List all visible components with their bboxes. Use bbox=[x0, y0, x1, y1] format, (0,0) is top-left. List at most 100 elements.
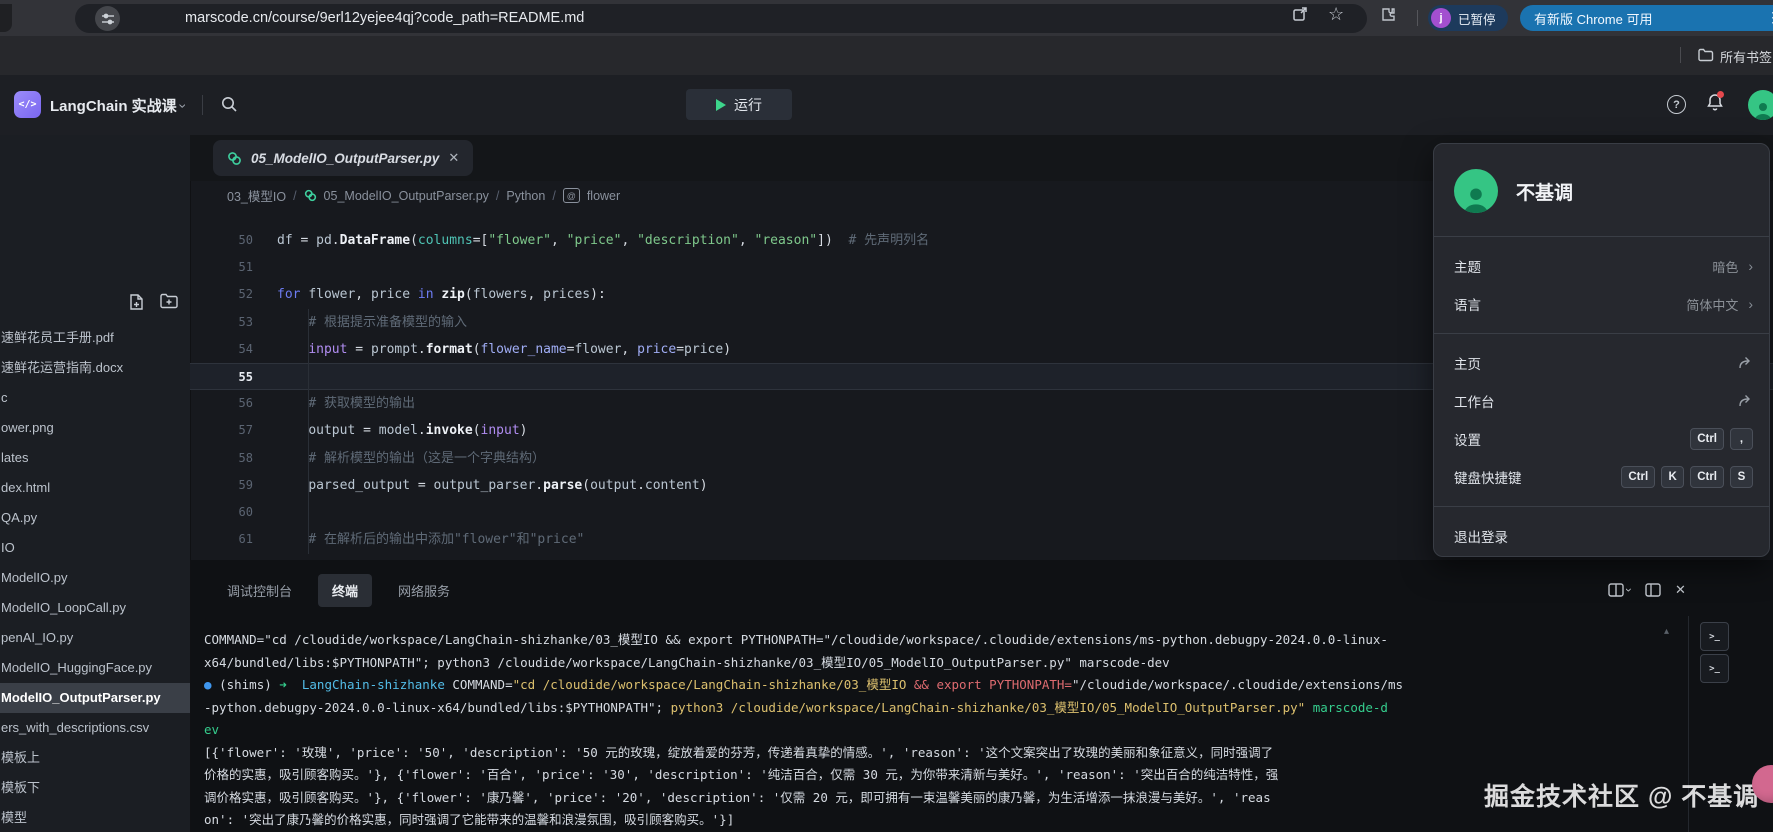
file-item[interactable]: ModelIO_OutputParser.py bbox=[0, 683, 190, 713]
menu-item-label: 主题 bbox=[1454, 256, 1481, 276]
panel-tab[interactable]: 网络服务 bbox=[398, 581, 450, 600]
browser-toolbar: marscode.cn/course/9erl12yejee4qj?code_p… bbox=[0, 0, 1773, 36]
shortcut-key: Ctrl bbox=[1690, 466, 1724, 488]
extensions-puzzle-icon[interactable] bbox=[1380, 6, 1397, 23]
bookmarks-divider bbox=[1680, 47, 1681, 63]
help-icon[interactable]: ? bbox=[1667, 95, 1686, 114]
close-panel-icon[interactable]: ✕ bbox=[1675, 582, 1686, 598]
scroll-up-icon[interactable]: ▴ bbox=[1664, 626, 1669, 637]
address-bar[interactable]: marscode.cn/course/9erl12yejee4qj?code_p… bbox=[75, 4, 1367, 33]
url-text[interactable]: marscode.cn/course/9erl12yejee4qj?code_p… bbox=[185, 4, 584, 33]
terminal-line: 调价格实惠，吸引顾客购买。'}, {'flower': '康乃馨', 'pric… bbox=[204, 787, 1403, 810]
breadcrumb-language[interactable]: Python bbox=[506, 189, 545, 203]
file-item[interactable]: ModelIO_HuggingFace.py bbox=[0, 653, 190, 683]
run-button[interactable]: 运行 bbox=[686, 89, 792, 120]
terminal-line: -python.debugpy-2024.0.0-linux-x64/bundl… bbox=[204, 697, 1403, 720]
maximize-panel-icon[interactable] bbox=[1645, 583, 1661, 597]
external-link-icon bbox=[1738, 356, 1753, 370]
breadcrumb-file[interactable]: 05_ModelIO_OutputParser.py bbox=[324, 189, 489, 203]
file-item[interactable]: QA.py bbox=[0, 503, 190, 533]
toolbar-divider bbox=[1417, 10, 1418, 26]
menu-item[interactable]: 主页 bbox=[1434, 344, 1769, 382]
project-chevron-icon[interactable]: › bbox=[175, 104, 191, 109]
menu-item[interactable]: 设置Ctrl, bbox=[1434, 420, 1769, 458]
new-folder-icon[interactable] bbox=[160, 293, 179, 311]
terminal-line: ● (shims) ➜ LangChain-shizhanke COMMAND=… bbox=[204, 674, 1403, 697]
file-item[interactable]: c bbox=[0, 383, 190, 413]
tab-filename: 05_ModelIO_OutputParser.py bbox=[251, 151, 439, 166]
user-avatar[interactable] bbox=[1748, 90, 1773, 120]
menu-item[interactable]: 语言简体中文› bbox=[1434, 285, 1769, 323]
user-menu-popup: 不基调 主题暗色›语言简体中文›主页工作台设置Ctrl,键盘快捷键CtrlKCt… bbox=[1433, 143, 1770, 557]
breadcrumb-folder[interactable]: 03_模型IO bbox=[227, 186, 286, 205]
menu-groups: 主题暗色›语言简体中文›主页工作台设置Ctrl,键盘快捷键CtrlKCtrlS退… bbox=[1434, 237, 1769, 565]
menu-item-label: 退出登录 bbox=[1454, 526, 1508, 546]
menu-item[interactable]: 主题暗色› bbox=[1434, 247, 1769, 285]
menu-item-label: 工作台 bbox=[1454, 391, 1495, 411]
menu-item[interactable]: 工作台 bbox=[1434, 382, 1769, 420]
menu-item-value: 暗色 bbox=[1712, 257, 1738, 276]
browser-menu-icon[interactable]: ⋮ bbox=[1766, 9, 1773, 26]
file-item[interactable]: IO bbox=[0, 533, 190, 563]
paused-label: 已暂停 bbox=[1458, 9, 1496, 28]
file-item[interactable]: 模板下 bbox=[0, 773, 190, 803]
notifications-bell-icon[interactable] bbox=[1706, 93, 1724, 112]
run-label: 运行 bbox=[734, 95, 762, 115]
shortcut-key: Ctrl bbox=[1621, 466, 1655, 488]
user-name: 不基调 bbox=[1516, 178, 1573, 205]
menu-item-label: 键盘快捷键 bbox=[1454, 467, 1522, 487]
file-item[interactable]: dex.html bbox=[0, 473, 190, 503]
site-settings-icon[interactable] bbox=[95, 6, 120, 31]
file-item[interactable]: ower.png bbox=[0, 413, 190, 443]
menu-item-label: 语言 bbox=[1454, 294, 1481, 314]
tab-strip-sliver bbox=[0, 4, 12, 32]
breadcrumb: 03_模型IO / 05_ModelIO_OutputParser.py / P… bbox=[227, 186, 620, 205]
bookmarks-bar: 所有书签 bbox=[0, 36, 1773, 75]
new-file-icon[interactable] bbox=[128, 293, 145, 311]
watermark: 掘金技术社区 @ 不基调 bbox=[1484, 777, 1759, 813]
project-title[interactable]: LangChain 实战课 bbox=[50, 95, 177, 116]
marscode-logo-icon[interactable]: </> bbox=[14, 91, 41, 118]
terminal-line: COMMAND="cd /cloudide/workspace/LangChai… bbox=[204, 629, 1403, 652]
file-item[interactable]: 速鲜花员工手册.pdf bbox=[0, 323, 190, 353]
panel-tabs: 调试控制台 终端 网络服务 bbox=[227, 574, 450, 607]
menu-item-label: 主页 bbox=[1454, 353, 1481, 373]
shortcut-key: Ctrl bbox=[1690, 428, 1724, 450]
chrome-update-chip[interactable]: 有新版 Chrome 可用 ⋮ bbox=[1520, 5, 1773, 31]
search-icon[interactable] bbox=[220, 95, 238, 113]
header-divider bbox=[202, 95, 203, 115]
file-item[interactable]: penAI_IO.py bbox=[0, 623, 190, 653]
ide-header bbox=[0, 75, 1773, 136]
all-bookmarks-button[interactable]: 所有书签 bbox=[1720, 47, 1772, 66]
file-list: 速鲜花员工手册.pdf速鲜花运营指南.docxcower.pnglatesdex… bbox=[0, 323, 190, 832]
panel-tab[interactable]: 终端 bbox=[318, 574, 372, 607]
terminal-line: x64/bundled/libs:$PYTHONPATH"; python3 /… bbox=[204, 652, 1403, 675]
file-item[interactable]: ModelIO_LoopCall.py bbox=[0, 593, 190, 623]
profile-paused-chip[interactable]: j 已暂停 bbox=[1428, 5, 1508, 31]
file-item[interactable]: 速鲜花运营指南.docx bbox=[0, 353, 190, 383]
terminal-session-icon[interactable]: >_ bbox=[1700, 622, 1729, 651]
file-item[interactable]: 模型 bbox=[0, 803, 190, 832]
file-item[interactable]: 模板上 bbox=[0, 743, 190, 773]
indent-guide bbox=[308, 309, 309, 554]
symbol-icon: @ bbox=[563, 188, 580, 203]
editor-tab-active[interactable]: 05_ModelIO_OutputParser.py ✕ bbox=[213, 140, 473, 176]
file-item[interactable]: ModelIO.py bbox=[0, 563, 190, 593]
split-terminal-icon[interactable]: › bbox=[1608, 583, 1631, 597]
panel-tab[interactable]: 调试控制台 bbox=[227, 581, 292, 600]
breadcrumb-symbol[interactable]: flower bbox=[587, 189, 620, 203]
file-explorer: 速鲜花员工手册.pdf速鲜花运营指南.docxcower.pnglatesdex… bbox=[0, 135, 190, 832]
tab-close-icon[interactable]: ✕ bbox=[448, 150, 459, 166]
terminal-line: on': '突出了康乃馨的价格实惠，同时强调了它能带来的温馨和浪漫氛围，吸引顾客… bbox=[204, 809, 1403, 832]
file-item[interactable]: lates bbox=[0, 443, 190, 473]
terminal-line: ev bbox=[204, 719, 1403, 742]
terminal-session-icon[interactable]: >_ bbox=[1700, 654, 1729, 683]
open-in-new-icon[interactable] bbox=[1292, 6, 1308, 22]
folder-icon bbox=[1698, 48, 1714, 62]
python-file-icon bbox=[304, 189, 317, 202]
file-item[interactable]: ers_with_descriptions.csv bbox=[0, 713, 190, 743]
menu-item[interactable]: 键盘快捷键CtrlKCtrlS bbox=[1434, 458, 1769, 496]
terminal-output[interactable]: COMMAND="cd /cloudide/workspace/LangChai… bbox=[204, 629, 1403, 832]
menu-item[interactable]: 退出登录 bbox=[1434, 517, 1769, 555]
bookmark-star-icon[interactable]: ☆ bbox=[1328, 4, 1344, 25]
